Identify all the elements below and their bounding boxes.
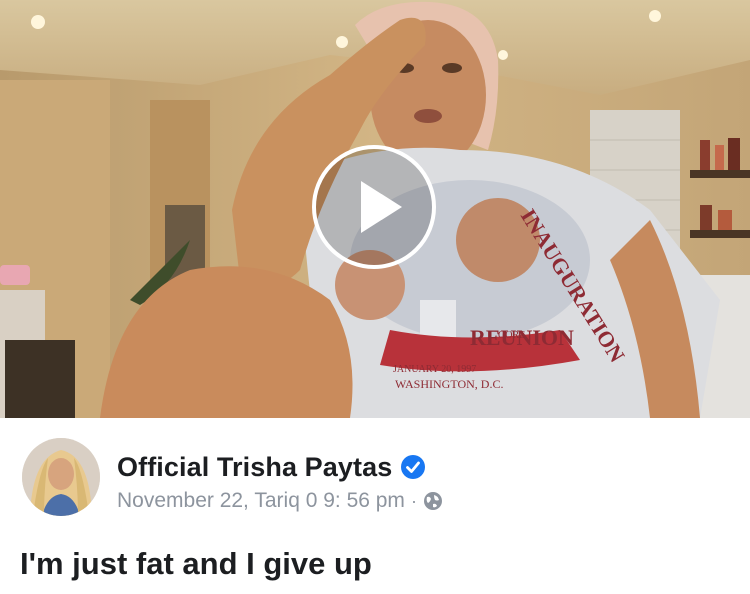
post-text: I'm just fat and I give up [20, 546, 372, 581]
post-meta: November 22, Tariq 0 9: 56 pm · [117, 488, 443, 514]
profile-photo-icon [22, 438, 100, 516]
video-thumbnail[interactable]: INAUGURATION REUNION GORE JANUARY 20, 19… [0, 0, 750, 418]
author-name[interactable]: Official Trisha Paytas [117, 452, 392, 483]
post-timestamp[interactable]: November 22, Tariq 0 9: 56 pm [117, 489, 405, 513]
shirt-text-date: JANUARY 20, 1997 [393, 364, 476, 375]
meta-separator: · [410, 490, 417, 511]
shirt-text-name: GORE [498, 330, 525, 341]
verified-badge-icon [400, 454, 426, 480]
play-icon [361, 181, 402, 233]
author-row: Official Trisha Paytas [117, 450, 426, 484]
play-button[interactable] [312, 145, 436, 269]
shirt-text-place: WASHINGTON, D.C. [395, 377, 503, 391]
avatar[interactable] [22, 438, 100, 516]
globe-icon[interactable] [423, 491, 443, 511]
